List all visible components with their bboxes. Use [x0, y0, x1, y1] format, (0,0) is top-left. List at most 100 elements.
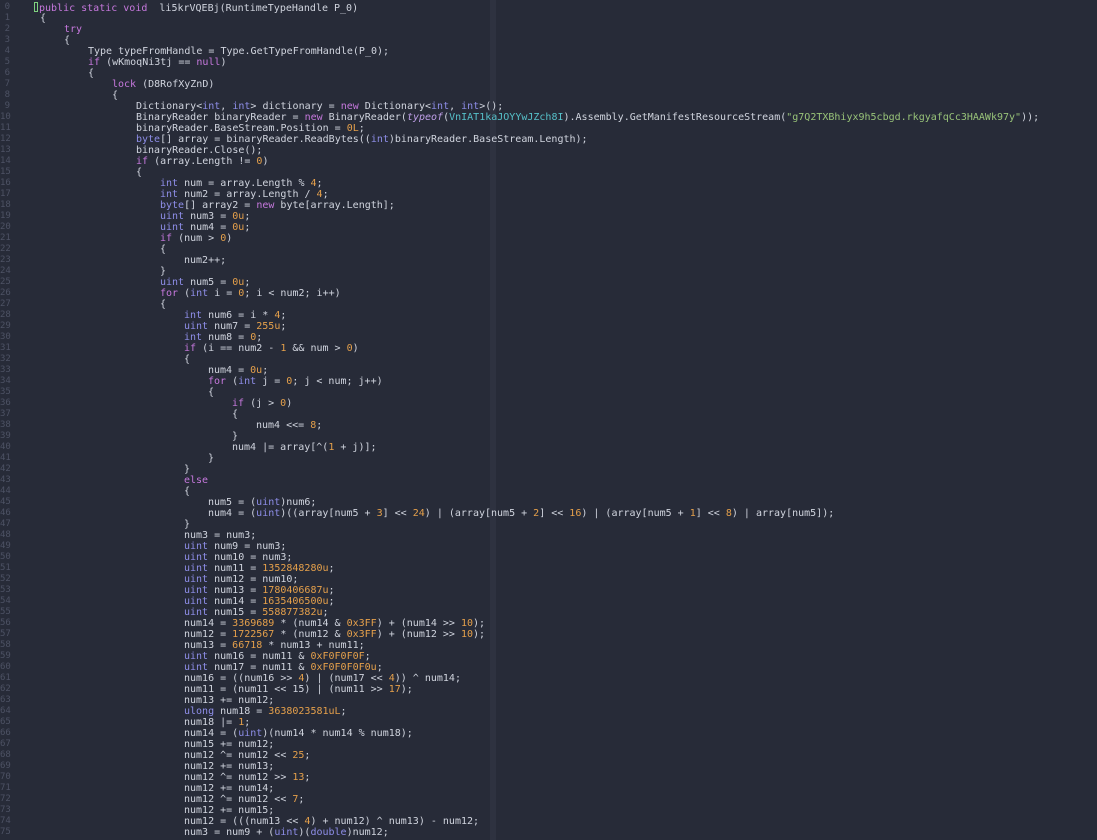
code-line[interactable]: 45 num5 = (uint)num6; — [0, 497, 1097, 508]
code-line[interactable]: 58 num13 = 66718 * num13 + num11; — [0, 640, 1097, 651]
code-token: num = array.Length % — [178, 178, 311, 189]
code-line[interactable]: 23 num2++; — [0, 255, 1097, 266]
code-text: uint num7 = 255u; — [184, 321, 286, 332]
code-line[interactable]: 46 num4 = (uint)((array[num5 + 3] << 24) … — [0, 508, 1097, 519]
code-token: 3369689 — [232, 618, 275, 629]
code-token: ( — [226, 376, 239, 387]
code-line[interactable]: 43 else — [0, 475, 1097, 486]
code-line[interactable]: 30 int num8 = 0; — [0, 332, 1097, 343]
code-line[interactable]: 50 uint num10 = num3; — [0, 552, 1097, 563]
code-line[interactable]: 12 byte[] array = binaryReader.ReadBytes(… — [0, 134, 1097, 145]
code-line[interactable]: 55 uint num15 = 558877382u; — [0, 607, 1097, 618]
code-token: } — [232, 431, 239, 442]
code-token: ); — [400, 684, 413, 695]
line-number: 32 — [0, 354, 11, 364]
code-token: } — [208, 453, 215, 464]
code-line[interactable]: 31 if (i == num2 - 1 && num > 0) — [0, 343, 1097, 354]
code-token: ; i < num2; i++) — [244, 288, 341, 299]
code-line[interactable]: 70 num12 ^= num12 >> 13; — [0, 772, 1097, 783]
line-number: 17 — [0, 189, 11, 199]
code-line[interactable]: 37 { — [0, 409, 1097, 420]
code-line[interactable]: 25 uint num5 = 0u; — [0, 277, 1097, 288]
code-line[interactable]: 7 lock (D8RofXyZnD) — [0, 79, 1097, 90]
code-line[interactable]: 57 num12 = 1722567 * (num12 & 0x3FF) + (n… — [0, 629, 1097, 640]
code-line[interactable]: 59 uint num16 = num11 & 0xF0F0F0F; — [0, 651, 1097, 662]
code-line[interactable]: 33 num4 = 0u; — [0, 365, 1097, 376]
code-line[interactable]: 47} — [0, 519, 1097, 530]
code-line[interactable]: 74 num12 = (((num13 << 4) + num12) ^ num1… — [0, 816, 1097, 827]
code-line[interactable]: 52 uint num12 = num10; — [0, 574, 1097, 585]
code-text: byte[] array2 = new byte[array.Length]; — [160, 200, 395, 211]
code-line[interactable]: 13 binaryReader.Close(); — [0, 145, 1097, 156]
code-line[interactable]: 35 { — [0, 387, 1097, 398]
code-token: num15 += num12; — [184, 739, 275, 750]
code-line[interactable]: 67 num15 += num12; — [0, 739, 1097, 750]
code-line[interactable]: 14 if (array.Length != 0) — [0, 156, 1097, 167]
code-line[interactable]: 72 num12 ^= num12 << 7; — [0, 794, 1097, 805]
code-line[interactable]: 5 if (wKmoqNi3tj == null) — [0, 57, 1097, 68]
code-line[interactable]: 0 public static void li5krVQEBj(RuntimeTy… — [0, 2, 1097, 14]
code-line[interactable]: 48 num3 = num3; — [0, 530, 1097, 541]
code-line[interactable]: 63 num13 += num12; — [0, 695, 1097, 706]
code-line[interactable]: 66 num14 = (uint)(num14 * num14 % num18); — [0, 728, 1097, 739]
code-line[interactable]: 49 uint num9 = num3; — [0, 541, 1097, 552]
code-line[interactable]: 19 uint num3 = 0u; — [0, 211, 1097, 222]
code-line[interactable]: 68 num12 ^= num12 << 25; — [0, 750, 1097, 761]
code-line[interactable]: 18 byte[] array2 = new byte[array.Length]… — [0, 200, 1097, 211]
code-line[interactable]: 71 num12 += num14; — [0, 783, 1097, 794]
code-line[interactable]: 60 uint num17 = num11 & 0xF0F0F0F0u; — [0, 662, 1097, 673]
code-line[interactable]: 15 { — [0, 167, 1097, 178]
code-line[interactable]: 17 int num2 = array.Length / 4; — [0, 189, 1097, 200]
code-line[interactable]: 75 num3 = num9 + (uint)(double)num12; — [0, 827, 1097, 838]
code-token: ; — [256, 332, 263, 343]
code-line[interactable]: 38 num4 <<= 8; — [0, 420, 1097, 431]
code-line[interactable]: 42} — [0, 464, 1097, 475]
code-line[interactable]: 1{ — [0, 13, 1097, 24]
code-token: ).Assembly.GetManifestResourceStream( — [563, 112, 787, 123]
code-line[interactable]: 26 for (int i = 0; i < num2; i++) — [0, 288, 1097, 299]
code-line[interactable]: 24} — [0, 266, 1097, 277]
code-token: { — [160, 244, 167, 255]
code-token: int — [461, 101, 480, 112]
code-line[interactable]: 61 num16 = ((num16 >> 4) | (num17 << 4)) … — [0, 673, 1097, 684]
code-line[interactable]: 4 Type typeFromHandle = Type.GetTypeFromH… — [0, 46, 1097, 57]
code-line[interactable]: 22 { — [0, 244, 1097, 255]
code-line[interactable]: 9 Dictionary<int, int> dictionary = new D… — [0, 101, 1097, 112]
code-line[interactable]: 6{ — [0, 68, 1097, 79]
code-line[interactable]: 44 { — [0, 486, 1097, 497]
code-line[interactable]: 27 { — [0, 299, 1097, 310]
code-line[interactable]: 64 ulong num18 = 3638023581uL; — [0, 706, 1097, 717]
code-line[interactable]: 16 int num = array.Length % 4; — [0, 178, 1097, 189]
code-line[interactable]: 39} — [0, 431, 1097, 442]
code-line[interactable]: 53 uint num13 = 1780406687u; — [0, 585, 1097, 596]
code-line[interactable]: 8{ — [0, 90, 1097, 101]
code-token: ; — [316, 178, 323, 189]
code-line[interactable]: 41} — [0, 453, 1097, 464]
code-line[interactable]: 29 uint num7 = 255u; — [0, 321, 1097, 332]
code-line[interactable]: 2 try — [0, 24, 1097, 35]
code-line[interactable]: 10 BinaryReader binaryReader = new Binary… — [0, 112, 1097, 123]
code-line[interactable]: 65 num18 |= 1; — [0, 717, 1097, 728]
code-editor[interactable]: 0 public static void li5krVQEBj(RuntimeTy… — [0, 0, 1097, 840]
code-token: ; — [322, 189, 329, 200]
code-line[interactable]: 54 uint num14 = 1635406500u; — [0, 596, 1097, 607]
code-line[interactable]: 32 { — [0, 354, 1097, 365]
code-token: uint — [256, 497, 281, 508]
code-line[interactable]: 56 num14 = 3369689 * (num14 & 0x3FF) + (n… — [0, 618, 1097, 629]
code-line[interactable]: 20 uint num4 = 0u; — [0, 222, 1097, 233]
code-line[interactable]: 34 for (int j = 0; j < num; j++) — [0, 376, 1097, 387]
code-token: ] << — [539, 508, 570, 519]
code-line[interactable]: 69 num12 += num13; — [0, 761, 1097, 772]
code-line[interactable]: 36 if (j > 0) — [0, 398, 1097, 409]
code-token: new — [340, 101, 359, 112]
code-line[interactable]: 51 uint num11 = 1352848280u; — [0, 563, 1097, 574]
code-line[interactable]: 11 binaryReader.BaseStream.Position = 0L; — [0, 123, 1097, 134]
code-line[interactable]: 3{ — [0, 35, 1097, 46]
code-line[interactable]: 21 if (num > 0) — [0, 233, 1097, 244]
code-line[interactable]: 28 int num6 = i * 4; — [0, 310, 1097, 321]
line-number: 18 — [0, 200, 11, 210]
code-text: BinaryReader binaryReader = new BinaryRe… — [136, 112, 1039, 123]
code-line[interactable]: 40 num4 |= array[^(1 + j)]; — [0, 442, 1097, 453]
code-line[interactable]: 73 num12 += num15; — [0, 805, 1097, 816]
code-line[interactable]: 62 num11 = (num11 << 15) | (num11 >> 17); — [0, 684, 1097, 695]
